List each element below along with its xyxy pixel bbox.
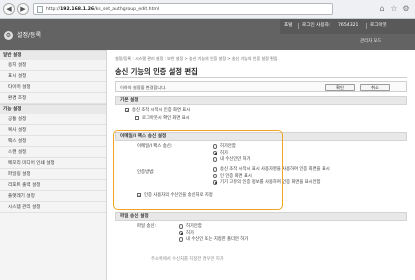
sidebar-item-fax[interactable]: 팩스 설정 — [0, 136, 106, 147]
browser-toolbar: ◀ ▶ http://192.168.1.26/ks_set_authgroup… — [0, 0, 415, 19]
sidebar-item-filing[interactable]: 파일링 설정 — [0, 169, 106, 180]
sidebar-item-display[interactable]: 표시 설정 — [0, 71, 106, 82]
file-send-label: 파일 송신: — [137, 224, 157, 229]
sidebar: 일반 설정 용지 설정 표시 설정 타이머 설정 환경 조정 기능 설정 공통 … — [0, 50, 107, 280]
sidebar-item-scan[interactable]: 스캔 설정 — [0, 147, 106, 158]
sidebar-item-system[interactable]: 시스템 관리 설정 — [0, 202, 106, 213]
breadcrumb: 설정/등록 : 시스템 관리 설정 : 보안 설정 > 송신 기능의 인증 설정… — [115, 56, 278, 61]
file-deny-radio[interactable] — [179, 224, 184, 229]
back-button[interactable]: ◀ — [3, 3, 15, 15]
sidebar-item-common[interactable]: 공통 설정 — [0, 114, 106, 125]
login-user-label: 로그인 사용자: — [302, 23, 331, 28]
file-deny-label: 허가안함 — [186, 224, 202, 229]
sidebar-item-extra[interactable]: 플랫레기 설정 — [0, 191, 106, 202]
sidebar-item-paper[interactable]: 용지 설정 — [0, 60, 106, 71]
cancel-button[interactable]: 취소 — [360, 83, 390, 91]
file-own-only-label: 내 수신인 또는 지정한 폴더만 허가 — [186, 237, 249, 242]
section-heading: 파일 송신 설정 — [115, 212, 407, 221]
divider — [298, 23, 299, 29]
page-title: 송신 기능의 인증 설정 편집 — [115, 67, 198, 76]
address-book-only-label: 주소록에서 수신처를 지정한 경우만 허가 — [151, 257, 224, 262]
file-send-section: 파일 송신 설정 파일 송신: 허가안함 허가 내 수신인 또는 지정한 폴더만… — [115, 212, 407, 252]
logout-link[interactable]: 로그아웃 — [370, 23, 387, 29]
divider — [115, 77, 407, 78]
file-allow-label: 허가 — [186, 230, 194, 236]
sidebar-item-copy[interactable]: 복사 설정 — [0, 125, 106, 136]
sidebar-item-media-print[interactable]: 메모리 미디어 인쇄 설정 — [0, 158, 106, 169]
highlight-frame — [113, 130, 283, 210]
sidebar-section-function: 기능 설정 — [0, 104, 106, 114]
gear-icon[interactable]: ⚙ — [401, 4, 411, 14]
home-icon[interactable]: ⌂ — [377, 4, 387, 14]
divider — [366, 23, 367, 29]
url-text: http://192.168.1.26/ks_set_authgroup_edi… — [46, 7, 160, 12]
notice-bar: 이하의 설정을 변경합니다. 확인 취소 — [115, 81, 407, 92]
portal-link[interactable]: 포털 — [284, 23, 292, 29]
star-icon[interactable]: ☆ — [389, 4, 399, 14]
file-own-only-radio[interactable] — [179, 237, 184, 242]
ok-button[interactable]: 확인 — [325, 83, 355, 91]
admin-mode-label: 관리자 모드 — [360, 39, 382, 44]
settings-logo-icon: ⚙ — [4, 31, 13, 40]
sidebar-item-report[interactable]: 리포트 출력 설정 — [0, 180, 106, 191]
page-icon — [37, 6, 43, 13]
logout-confirm-checkbox[interactable] — [135, 116, 140, 121]
address-bar[interactable]: http://192.168.1.26/ks_set_authgroup_edi… — [33, 3, 333, 15]
sidebar-item-adjust[interactable]: 환경 조정 — [0, 93, 106, 104]
app-header: ⚙ 설정/등록 포털 로그인 사용자: 7654321 로그아웃 관리자 모드 — [0, 19, 415, 50]
forward-button[interactable]: ▶ — [17, 3, 29, 15]
login-user-id: 7654321 — [338, 23, 359, 28]
section-heading: 기본 설정 — [115, 96, 407, 105]
basic-settings-section: 기본 설정 ✓ 송신 조작 시작시 인증 화면 표시 로그아웃시 확인 화면 표… — [115, 96, 407, 126]
sidebar-item-timer[interactable]: 타이머 설정 — [0, 82, 106, 93]
file-allow-radio[interactable] — [179, 230, 184, 236]
app-title: 설정/등록 — [17, 32, 42, 39]
logout-confirm-label: 로그아웃시 확인 화면 표시 — [142, 115, 190, 121]
notice-text: 이하의 설정을 변경합니다. — [120, 85, 167, 90]
sidebar-section-general: 일반 설정 — [0, 50, 106, 60]
auth-screen-checkbox[interactable]: ✓ — [125, 108, 130, 113]
auth-screen-label: 송신 조작 시작시 인증 화면 표시 — [132, 107, 191, 113]
